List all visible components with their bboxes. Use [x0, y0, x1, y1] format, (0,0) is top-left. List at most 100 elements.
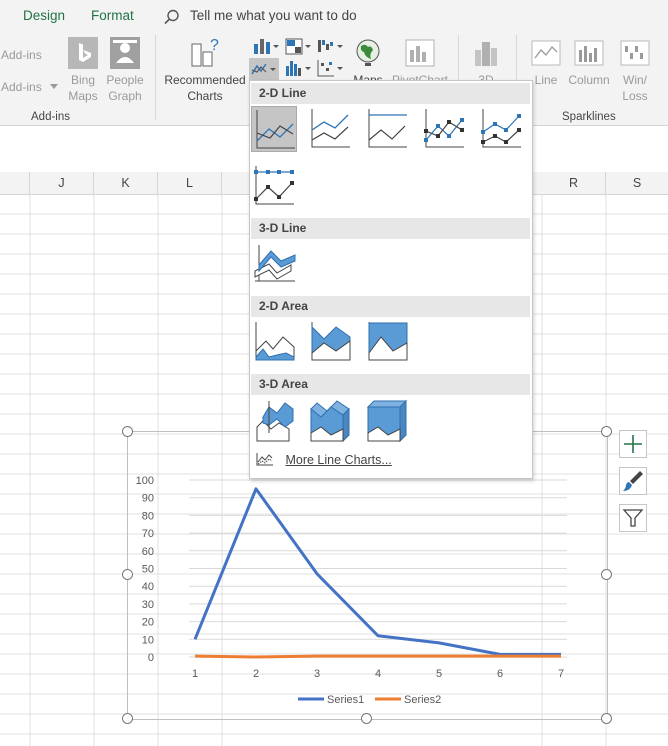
- 3d-area-thumb-icon: [256, 401, 294, 442]
- search-icon: [164, 9, 179, 25]
- waterfall-chart-icon[interactable]: [316, 36, 344, 56]
- resize-handle[interactable]: [122, 426, 133, 437]
- tab-design[interactable]: Design: [23, 8, 65, 23]
- 3d-100-stacked-area-option[interactable]: [364, 397, 410, 443]
- legend-label: Series2: [404, 694, 441, 706]
- line-chart-button[interactable]: [249, 58, 279, 80]
- bing-icon: [68, 37, 98, 69]
- y-tick-label: 100: [136, 475, 154, 487]
- sparkline-line-icon: [531, 40, 561, 66]
- bing-maps-label-2: Maps: [68, 89, 98, 103]
- scatter-chart-icon[interactable]: [316, 58, 344, 78]
- more-line-charts-label: More Line Charts...: [285, 453, 392, 467]
- sparkline-line-button[interactable]: Line: [528, 72, 564, 88]
- sparkline-winloss-button[interactable]: Win/ Loss: [614, 72, 656, 104]
- 3d-line-option[interactable]: [251, 241, 297, 287]
- 100-stacked-line-thumb-icon: [368, 109, 407, 148]
- 3d-map-icon: [475, 42, 497, 66]
- y-tick-label: 20: [142, 617, 154, 629]
- chevron-down-icon: [50, 84, 58, 89]
- recommended-charts-label-1: Recommended: [164, 73, 246, 87]
- legend-label: Series1: [327, 694, 364, 706]
- filter-icon: [622, 509, 644, 527]
- 100-stacked-area-thumb-icon: [368, 322, 408, 361]
- hierarchy-chart-icon[interactable]: [284, 36, 312, 56]
- stacked-line-markers-option[interactable]: [478, 106, 524, 152]
- section-3d-area: 3-D Area: [251, 374, 530, 395]
- column-header-partial[interactable]: [0, 172, 30, 194]
- y-tick-label: 0: [148, 652, 154, 664]
- y-tick-label: 50: [142, 564, 154, 576]
- x-tick-label: 3: [314, 668, 320, 680]
- group-separator: [155, 35, 156, 120]
- column-header-k[interactable]: K: [94, 172, 158, 194]
- pivotchart-icon: [405, 39, 435, 67]
- area-chart-option[interactable]: [251, 319, 297, 365]
- column-header-j[interactable]: J: [30, 172, 94, 194]
- x-tick-label: 7: [558, 668, 564, 680]
- addins-button[interactable]: Add-ins: [1, 47, 42, 63]
- line-chart-gallery: 2-D Line 3-D Line 2-D Area 3-D Area More…: [249, 80, 533, 479]
- sparkline-column-icon: [574, 40, 604, 66]
- people-graph-label-1: People: [106, 73, 144, 87]
- resize-handle[interactable]: [122, 569, 133, 580]
- resize-handle[interactable]: [601, 426, 612, 437]
- 100-stacked-line-markers-option[interactable]: [251, 163, 297, 209]
- 3d-stacked-area-option[interactable]: [307, 397, 353, 443]
- statistic-chart-icon[interactable]: [284, 58, 312, 78]
- 3d-line-thumb-icon: [254, 245, 296, 282]
- stacked-area-option[interactable]: [307, 319, 353, 365]
- chart-elements-button[interactable]: [619, 430, 647, 458]
- stacked-line-markers-thumb-icon: [481, 109, 521, 148]
- y-tick-label: 30: [142, 599, 154, 611]
- column-header-l[interactable]: L: [158, 172, 222, 194]
- 100-stacked-line-markers-thumb-icon: [254, 166, 294, 205]
- more-charts-icon: [256, 453, 273, 466]
- 3d-stacked-area-thumb-icon: [310, 400, 350, 443]
- winloss-label-1: Win/: [623, 73, 647, 87]
- y-tick-label: 40: [142, 581, 154, 593]
- stacked-line-option[interactable]: [307, 106, 353, 152]
- column-header-s[interactable]: S: [606, 172, 668, 194]
- 100-stacked-line-option[interactable]: [364, 106, 410, 152]
- resize-handle[interactable]: [122, 713, 133, 724]
- stacked-area-thumb-icon: [311, 322, 351, 361]
- chart-styles-button[interactable]: [619, 467, 647, 495]
- resize-handle[interactable]: [361, 713, 372, 724]
- winloss-label-2: Loss: [622, 89, 648, 103]
- plus-icon: [624, 435, 642, 453]
- group-addins-label: Add-ins: [31, 111, 70, 123]
- column-header-r[interactable]: R: [542, 172, 606, 194]
- recommended-charts-button[interactable]: Recommended Charts: [160, 72, 250, 104]
- more-line-charts-link[interactable]: More Line Charts...: [256, 452, 392, 467]
- tab-format[interactable]: Format: [91, 8, 134, 23]
- section-2d-area: 2-D Area: [251, 296, 530, 317]
- group-sparklines-label: Sparklines: [562, 111, 616, 123]
- people-graph-button[interactable]: People Graph: [103, 72, 147, 104]
- series-line-2[interactable]: [194, 654, 561, 659]
- section-2d-line: 2-D Line: [251, 83, 530, 104]
- chart-filters-button[interactable]: [619, 504, 647, 532]
- my-addins-button[interactable]: Add-ins: [1, 79, 42, 95]
- sparkline-column-button[interactable]: Column: [562, 72, 616, 88]
- 3d-area-option[interactable]: [251, 397, 297, 443]
- line-with-markers-option[interactable]: [421, 106, 467, 152]
- line-chart-icon: [251, 63, 276, 75]
- 100-stacked-area-option[interactable]: [364, 319, 410, 365]
- globe-icon: [356, 39, 380, 66]
- tell-me-search[interactable]: Tell me what you want to do: [190, 8, 357, 23]
- bing-maps-button[interactable]: Bing Maps: [62, 72, 104, 104]
- series-line-1[interactable]: [193, 487, 561, 656]
- x-tick-label: 6: [497, 668, 503, 680]
- x-tick-label: 2: [253, 668, 259, 680]
- column-chart-icon[interactable]: [252, 36, 280, 56]
- recommended-charts-label-2: Charts: [187, 89, 223, 103]
- resize-handle[interactable]: [601, 569, 612, 580]
- y-tick-label: 70: [142, 528, 154, 540]
- line-chart-option[interactable]: [251, 106, 297, 152]
- stacked-line-thumb-icon: [311, 109, 350, 148]
- x-tick-label: 1: [192, 668, 198, 680]
- 3d-100-stacked-area-thumb-icon: [366, 399, 408, 443]
- area-thumb-icon: [255, 322, 295, 361]
- resize-handle[interactable]: [601, 713, 612, 724]
